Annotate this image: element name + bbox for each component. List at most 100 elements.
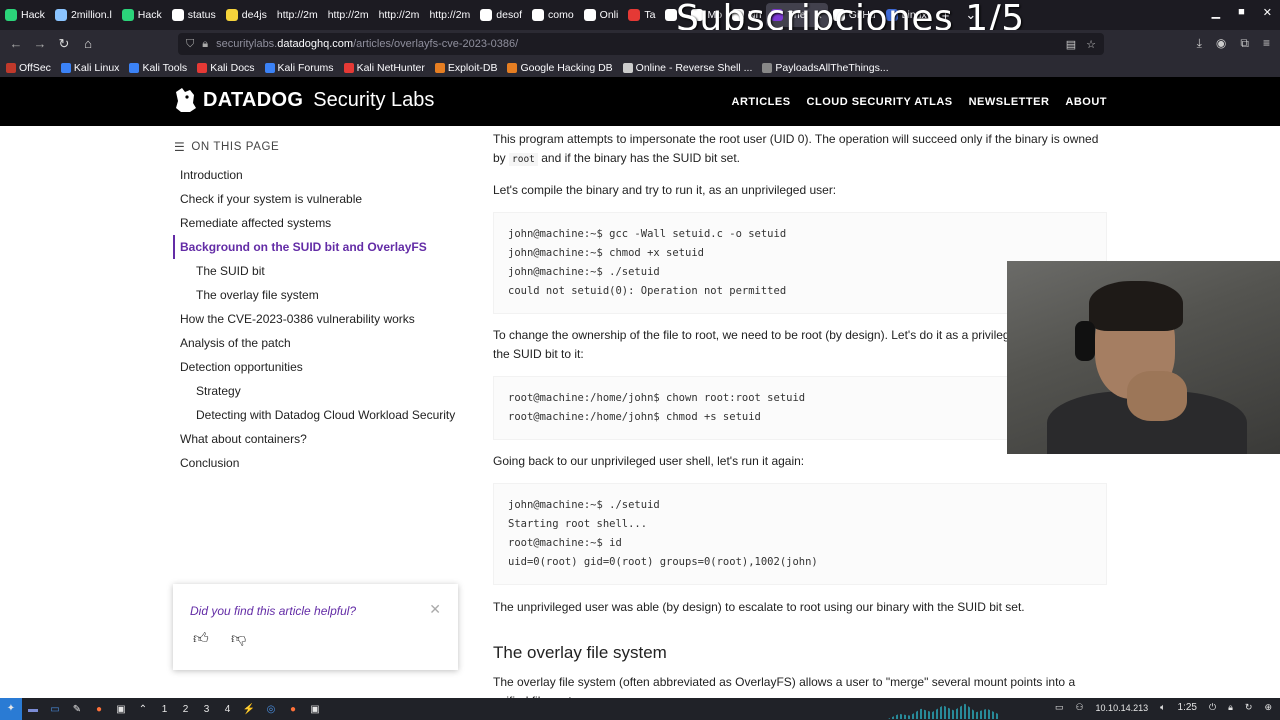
refresh-icon[interactable]: ↻	[1245, 702, 1253, 713]
screen-icon[interactable]: ▭	[1055, 702, 1064, 713]
bookmark-item[interactable]: Kali Forums	[264, 62, 334, 74]
bookmark-item[interactable]: Google Hacking DB	[507, 62, 613, 74]
close-icon[interactable]: ✕	[429, 601, 441, 618]
list-icon: ☰	[174, 140, 186, 154]
reader-view-icon[interactable]: ▤	[1066, 38, 1076, 51]
terminal-icon[interactable]: ▣	[110, 704, 132, 715]
tab-label: 2million.l	[70, 9, 112, 21]
close-icon[interactable]: ✕	[1263, 6, 1272, 19]
bookmark-item[interactable]: Exploit-DB	[434, 62, 497, 74]
tab-label: Onli	[599, 9, 619, 21]
extensions-icon[interactable]: ⧉	[1240, 36, 1249, 51]
nav-newsletter[interactable]: NEWSLETTER	[969, 96, 1050, 108]
nav-about[interactable]: ABOUT	[1065, 96, 1107, 108]
tab-favicon-icon	[628, 9, 641, 21]
toc-item[interactable]: Strategy	[173, 379, 463, 403]
home-icon[interactable]: ⌂	[76, 36, 100, 52]
power-icon[interactable]: ⏻	[1209, 702, 1216, 713]
nav-articles[interactable]: ARTICLES	[732, 96, 791, 108]
url-host: datadoghq.com	[277, 38, 354, 50]
bookmark-item[interactable]: Kali Linux	[60, 62, 119, 74]
tab-label: Hack	[137, 9, 162, 21]
nav-cloud-security-atlas[interactable]: CLOUD SECURITY ATLAS	[807, 96, 953, 108]
url-bar[interactable]: ⛉ 🔒︎ securitylabs.datadoghq.com/articles…	[178, 33, 1104, 55]
tab-favicon-icon	[531, 9, 544, 21]
vpn-ip: 10.10.14.213	[1095, 702, 1149, 713]
browser-tab[interactable]: status	[167, 3, 221, 27]
toc-item[interactable]: Detection opportunities	[173, 355, 463, 379]
firefox-icon[interactable]: ●	[282, 704, 304, 715]
minimize-icon[interactable]: ▁	[1212, 6, 1220, 19]
forward-icon[interactable]: →	[28, 36, 52, 52]
terminal-icon[interactable]: ▣	[304, 704, 326, 715]
toc-item[interactable]: How the CVE-2023-0386 vulnerability work…	[173, 307, 463, 331]
browser-tab[interactable]: http://2m	[323, 3, 374, 27]
toc-item[interactable]: Background on the SUID bit and OverlayFS	[173, 235, 463, 259]
thumbs-up-icon[interactable]: 👍︎	[193, 630, 211, 648]
section-heading: The overlay file system	[493, 643, 667, 662]
volume-icon[interactable]: 🔈︎	[1160, 702, 1165, 713]
browser-tab[interactable]: http://2m	[272, 3, 323, 27]
account-icon[interactable]: ◉	[1216, 36, 1226, 51]
bookmark-item[interactable]: Kali Tools	[129, 62, 187, 74]
workspace-2[interactable]: 2	[175, 704, 196, 715]
start-menu-icon[interactable]: ✦	[0, 698, 22, 720]
bookmark-star-icon[interactable]: ☆	[1086, 38, 1096, 51]
workspace-3[interactable]: 3	[196, 704, 217, 715]
browser-tab[interactable]: 2million.l	[50, 3, 117, 27]
tab-label: como	[547, 9, 574, 21]
tab-favicon-icon	[225, 9, 238, 21]
browser-tab[interactable]: de4js	[221, 3, 272, 27]
toc-item[interactable]: The SUID bit	[173, 259, 463, 283]
clock: 1:25	[1177, 702, 1197, 713]
browser-tab[interactable]: Onli	[579, 3, 624, 27]
browser-tab[interactable]: Ta	[623, 3, 660, 27]
browser-tab[interactable]: como	[527, 3, 579, 27]
maximize-icon[interactable]: ■	[1238, 6, 1245, 19]
toc-item[interactable]: Detecting with Datadog Cloud Workload Se…	[173, 403, 463, 427]
bookmark-icon	[129, 62, 140, 73]
inline-code: root	[509, 153, 538, 166]
bookmark-item[interactable]: PayloadsAllTheThings...	[762, 62, 889, 74]
chromium-icon[interactable]: ◎	[260, 704, 282, 715]
toc-item[interactable]: Conclusion	[173, 451, 463, 475]
back-icon[interactable]: ←	[4, 36, 28, 52]
browser-tab[interactable]: http://2m	[374, 3, 425, 27]
toc-item[interactable]: The overlay file system	[173, 283, 463, 307]
paragraph: The unprivileged user was able (by desig…	[493, 600, 1025, 614]
bookmark-item[interactable]: Online - Reverse Shell ...	[622, 62, 752, 74]
file-manager-icon[interactable]: ▭	[44, 704, 66, 715]
browser-tab[interactable]: http://2m	[424, 3, 475, 27]
bookmark-item[interactable]: Kali Docs	[197, 62, 255, 74]
download-icon[interactable]: ⤓	[1197, 36, 1202, 51]
show-desktop-icon[interactable]: ▬	[22, 704, 44, 715]
browser-tab[interactable]: desof	[475, 3, 527, 27]
firefox-icon[interactable]: ●	[88, 704, 110, 715]
toc-item[interactable]: Introduction	[173, 163, 463, 187]
bookmark-item[interactable]: Kali NetHunter	[343, 62, 425, 74]
thumbs-down-icon[interactable]: 👎︎	[231, 630, 249, 648]
vpn-icon[interactable]: ⚇	[1075, 702, 1083, 713]
workspace-4[interactable]: 4	[217, 704, 238, 715]
window-controls: ▁ ■ ✕	[1212, 6, 1272, 19]
paragraph: This program attempts to impersonate the…	[493, 132, 1099, 166]
network-icon[interactable]: ⊕	[1264, 702, 1272, 713]
menu-icon[interactable]: ≡	[1263, 36, 1270, 51]
toc-item[interactable]: Remediate affected systems	[173, 211, 463, 235]
browser-tab[interactable]: Hack	[117, 3, 167, 27]
toc-item[interactable]: What about containers?	[173, 427, 463, 451]
bookmark-item[interactable]: OffSec	[6, 62, 51, 74]
toc-item[interactable]: Check if your system is vulnerable	[173, 187, 463, 211]
text-editor-icon[interactable]: ✎	[66, 704, 88, 715]
reload-icon[interactable]: ↻	[52, 36, 76, 52]
tab-favicon-icon	[121, 9, 134, 21]
chevron-up-icon[interactable]: ⌃	[132, 704, 154, 715]
datadog-logo[interactable]: DATADOG Security Labs	[173, 86, 434, 114]
workspace-1[interactable]: 1	[154, 704, 175, 715]
browser-tab[interactable]: Hack	[0, 3, 50, 27]
brand-subtitle: Security Labs	[313, 88, 435, 111]
toc-item[interactable]: Analysis of the patch	[173, 331, 463, 355]
app-icon[interactable]: ⚡	[238, 704, 260, 715]
lock-screen-icon[interactable]: 🔒︎	[1228, 702, 1233, 713]
os-taskbar: ✦ ▬ ▭ ✎ ● ▣ ⌃ 1 2 3 4 ⚡ ◎ ● ▣ ▭ ⚇ 10.10.…	[0, 698, 1280, 720]
